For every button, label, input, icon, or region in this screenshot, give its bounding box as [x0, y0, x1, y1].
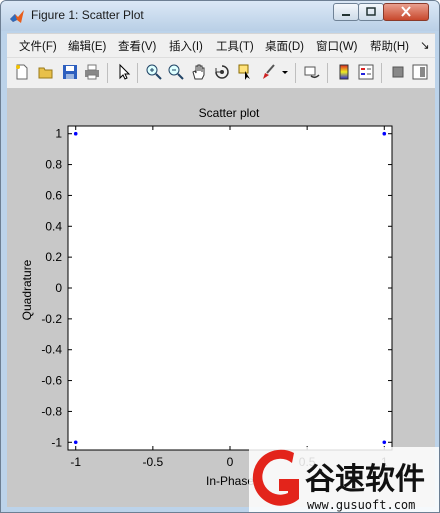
show-plot-tools-icon[interactable]	[411, 63, 429, 81]
chart-title: Scatter plot	[199, 106, 260, 120]
menu-tools[interactable]: 工具(T)	[216, 38, 254, 54]
scatter-point	[382, 440, 387, 445]
x-tick-label: -0.5	[143, 455, 164, 469]
y-tick-label: -0.8	[41, 404, 62, 418]
scatter-point	[73, 131, 78, 136]
y-tick-label: 0.6	[45, 188, 62, 202]
toolbar	[7, 57, 435, 89]
y-tick-label: 0.4	[45, 219, 62, 233]
close-button[interactable]	[383, 3, 429, 21]
y-tick-label: -1	[51, 435, 62, 449]
watermark-brand: 谷速软件	[305, 462, 425, 497]
colorbar-icon[interactable]	[335, 63, 353, 81]
plot-area	[67, 125, 393, 451]
toolbar-separator	[137, 63, 138, 83]
y-tick-label: 1	[55, 127, 62, 141]
figure-window: Figure 1: Scatter Plot 文件(F) 编辑(E) 查看(V)…	[0, 0, 440, 513]
y-tick-label: -0.4	[41, 343, 62, 357]
scatter-plot: Scatter plot -1-0.500.51-1-0.8-0.6-0.4-0…	[20, 106, 393, 488]
toolbar-separator	[381, 63, 382, 83]
scatter-point	[382, 131, 387, 136]
legend-icon[interactable]	[357, 63, 375, 81]
window-title: Figure 1: Scatter Plot	[31, 8, 144, 22]
watermark-url: www.gusuoft.com	[307, 498, 415, 512]
y-tick-label: 0.2	[45, 250, 62, 264]
menu-edit[interactable]: 编辑(E)	[68, 38, 106, 54]
print-icon[interactable]	[83, 63, 101, 81]
maximize-button[interactable]	[358, 3, 384, 21]
x-tick-label: 0	[227, 455, 234, 469]
figure-canvas: Scatter plot -1-0.500.51-1-0.8-0.6-0.4-0…	[7, 89, 435, 507]
minimize-icon	[342, 14, 350, 16]
pointer-icon[interactable]	[115, 63, 133, 81]
scatter-point	[73, 440, 78, 445]
menu-view[interactable]: 查看(V)	[118, 38, 156, 54]
menu-overflow-arrow[interactable]: ↘	[420, 38, 430, 52]
minimize-button[interactable]	[333, 3, 359, 21]
data-cursor-icon[interactable]	[236, 63, 254, 81]
maximize-icon	[366, 7, 376, 16]
hide-plot-tools-icon[interactable]	[389, 63, 407, 81]
x-tick-label: -1	[70, 455, 81, 469]
matlab-logo-icon	[10, 10, 24, 23]
toolbar-separator	[327, 63, 328, 83]
y-axis-label: Quadrature	[20, 259, 34, 320]
menu-bar: 文件(F) 编辑(E) 查看(V) 插入(I) 工具(T) 桌面(D) 窗口(W…	[7, 33, 435, 58]
zoom-in-icon[interactable]	[145, 63, 163, 81]
toolbar-separator	[107, 63, 108, 83]
rotate-3d-icon[interactable]	[213, 63, 231, 81]
title-bar[interactable]: Figure 1: Scatter Plot	[1, 1, 439, 31]
y-tick-label: -0.6	[41, 374, 62, 388]
menu-help[interactable]: 帮助(H)	[370, 38, 409, 54]
new-file-icon[interactable]	[13, 63, 31, 81]
brush-icon[interactable]	[260, 63, 278, 81]
toolbar-separator	[295, 63, 296, 83]
menu-desktop[interactable]: 桌面(D)	[265, 38, 304, 54]
open-folder-icon[interactable]	[37, 63, 55, 81]
menu-window[interactable]: 窗口(W)	[316, 38, 358, 54]
y-tick-label: -0.2	[41, 312, 62, 326]
menu-file[interactable]: 文件(F)	[19, 38, 57, 54]
zoom-out-icon[interactable]	[167, 63, 185, 81]
close-icon	[401, 6, 411, 17]
pan-hand-icon[interactable]	[190, 63, 208, 81]
link-plot-icon[interactable]	[303, 63, 321, 81]
save-icon[interactable]	[61, 63, 79, 81]
y-tick-label: 0	[55, 281, 62, 295]
watermark-logo: 谷速软件 www.gusuoft.com	[249, 447, 439, 512]
x-axis-label: In-Phase	[206, 474, 254, 488]
y-tick-label: 0.8	[45, 158, 62, 172]
menu-insert[interactable]: 插入(I)	[169, 38, 203, 54]
brush-dropdown-arrow-icon[interactable]	[279, 63, 291, 81]
